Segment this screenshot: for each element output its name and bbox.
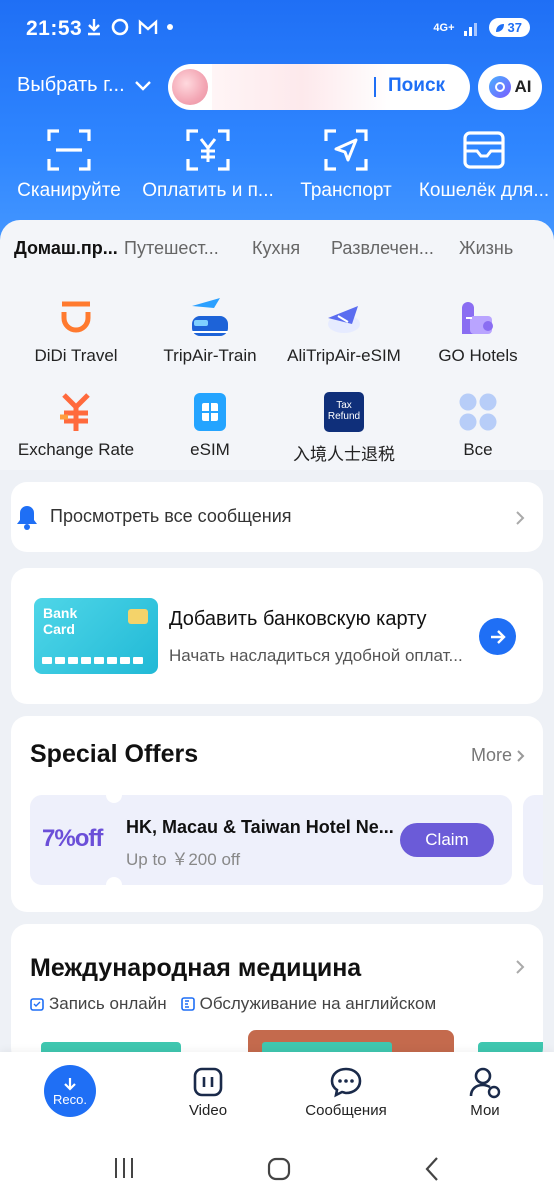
wallet-button[interactable]: Кошелёк для... bbox=[414, 122, 554, 202]
tax-refund-icon: Tax Refund bbox=[324, 392, 364, 432]
transport-icon bbox=[324, 129, 368, 171]
coupon-subtitle: Up to ￥200 off bbox=[126, 850, 241, 869]
tab-cuisine[interactable]: Кухня bbox=[252, 238, 300, 259]
transport-button[interactable]: Транспорт bbox=[296, 122, 396, 202]
search-bar[interactable]: Поиск bbox=[168, 64, 470, 110]
nav-video[interactable]: Video bbox=[174, 1062, 242, 1119]
service-exchange-rate[interactable]: Exchange Rate bbox=[6, 388, 146, 460]
calendar-icon bbox=[30, 998, 44, 1011]
messages-row[interactable]: Просмотреть все сообщения bbox=[11, 482, 543, 552]
recent-apps-icon[interactable] bbox=[112, 1156, 136, 1180]
yuan-pay-icon bbox=[186, 129, 230, 171]
service-esim-ali[interactable]: AliTripAir-eSIM bbox=[274, 294, 414, 366]
battery-indicator: 37 bbox=[488, 18, 530, 37]
dot-icon bbox=[167, 24, 173, 30]
add-card-button[interactable] bbox=[479, 618, 516, 655]
train-icon bbox=[192, 298, 228, 336]
medicine-title: Международная медицина bbox=[30, 954, 362, 982]
bottom-navigation: Reco. Video Сообщения Мои bbox=[0, 1052, 554, 1140]
service-tax-refund[interactable]: Tax Refund 入境人士退税 bbox=[274, 388, 414, 465]
english-service-icon bbox=[180, 997, 195, 1011]
tab-life[interactable]: Жизнь bbox=[459, 238, 513, 259]
service-esim[interactable]: eSIM bbox=[140, 388, 280, 460]
bank-title: Добавить банковскую карту bbox=[169, 608, 427, 630]
hotel-icon bbox=[462, 302, 493, 334]
pay-button[interactable]: Оплатить и п... bbox=[138, 122, 278, 202]
service-didi[interactable]: DiDi Travel bbox=[6, 294, 146, 366]
services-panel: Домаш.пр... Путешест... Кухня Развлечен.… bbox=[0, 220, 554, 470]
next-coupon-peek[interactable] bbox=[523, 795, 543, 885]
chevron-down-icon bbox=[134, 80, 151, 91]
airplane-icon bbox=[328, 306, 360, 333]
nav-me[interactable]: Мои bbox=[450, 1062, 520, 1119]
didi-icon bbox=[61, 301, 91, 333]
scan-icon bbox=[47, 129, 91, 171]
signal-icon bbox=[463, 22, 477, 36]
add-bank-card-banner[interactable]: Bank Card Добавить банковскую карту Нача… bbox=[11, 568, 543, 704]
category-tabs: Домаш.пр... Путешест... Кухня Развлечен.… bbox=[0, 238, 554, 268]
chevron-right-icon[interactable] bbox=[515, 959, 525, 975]
chevron-right-icon bbox=[517, 749, 525, 762]
status-bar: 21:53 4G+ 37 bbox=[0, 0, 554, 58]
claim-button[interactable]: Claim bbox=[400, 823, 494, 857]
service-train[interactable]: TripAir-Train bbox=[140, 294, 280, 366]
leaf-icon bbox=[495, 23, 504, 32]
profile-icon bbox=[469, 1067, 501, 1099]
system-navigation-bar bbox=[0, 1140, 554, 1200]
bell-icon bbox=[17, 506, 37, 530]
video-icon bbox=[193, 1067, 223, 1097]
coupon-discount: 7%off bbox=[42, 825, 103, 852]
exchange-rate-icon bbox=[60, 393, 90, 431]
service-go-hotels[interactable]: GO Hotels bbox=[408, 294, 548, 366]
international-medicine-card: Международная медицина Запись онлайн Обс… bbox=[11, 924, 543, 1064]
search-button[interactable]: Поиск bbox=[388, 75, 445, 97]
nav-messages[interactable]: Сообщения bbox=[300, 1062, 392, 1119]
offers-title: Special Offers bbox=[30, 740, 199, 768]
tab-travel[interactable]: Путешест... bbox=[124, 238, 219, 259]
bank-subtitle: Начать насладиться удобной оплат... bbox=[169, 646, 463, 665]
hotel-coupon[interactable]: 7%off HK, Macau & Taiwan Hotel Ne... Up … bbox=[30, 787, 512, 893]
chat-bubble-icon bbox=[330, 1067, 362, 1098]
search-mascot-icon bbox=[172, 69, 208, 105]
ai-assistant-button[interactable]: AI bbox=[478, 64, 542, 110]
coupon-title: HK, Macau & Taiwan Hotel Ne... bbox=[126, 817, 394, 837]
back-icon[interactable] bbox=[424, 1156, 440, 1182]
download-arrow-icon bbox=[64, 1077, 76, 1091]
nav-reco[interactable]: Reco. bbox=[44, 1065, 96, 1117]
tab-home[interactable]: Домаш.пр... bbox=[14, 238, 118, 259]
city-selector[interactable]: Выбрать г... bbox=[17, 74, 151, 97]
search-banner-art bbox=[212, 64, 392, 110]
chat-notification-icon bbox=[111, 18, 129, 36]
offers-more-link[interactable]: More bbox=[471, 745, 525, 766]
download-icon bbox=[88, 19, 100, 36]
arrow-right-icon bbox=[490, 629, 506, 644]
home-icon[interactable] bbox=[266, 1156, 292, 1182]
wallet-icon bbox=[463, 131, 505, 169]
sim-card-icon bbox=[194, 393, 226, 431]
tab-entertainment[interactable]: Развлечен... bbox=[331, 238, 434, 259]
gmail-icon bbox=[138, 19, 158, 34]
scan-button[interactable]: Сканируйте bbox=[14, 122, 124, 202]
service-all[interactable]: Все bbox=[408, 388, 548, 460]
special-offers-card: Special Offers More 7%off HK, Macau & Ta… bbox=[11, 716, 543, 912]
ai-icon bbox=[488, 76, 511, 98]
chevron-right-icon bbox=[516, 511, 525, 525]
status-time: 21:53 bbox=[26, 17, 83, 40]
quick-actions: Сканируйте Оплатить и п... Транспорт Кош… bbox=[0, 122, 554, 212]
network-label: 4G+ bbox=[433, 21, 455, 34]
top-bar: Выбрать г... Поиск AI bbox=[0, 62, 554, 112]
grid-icon bbox=[459, 393, 497, 431]
bank-card-illustration: Bank Card bbox=[34, 598, 158, 674]
